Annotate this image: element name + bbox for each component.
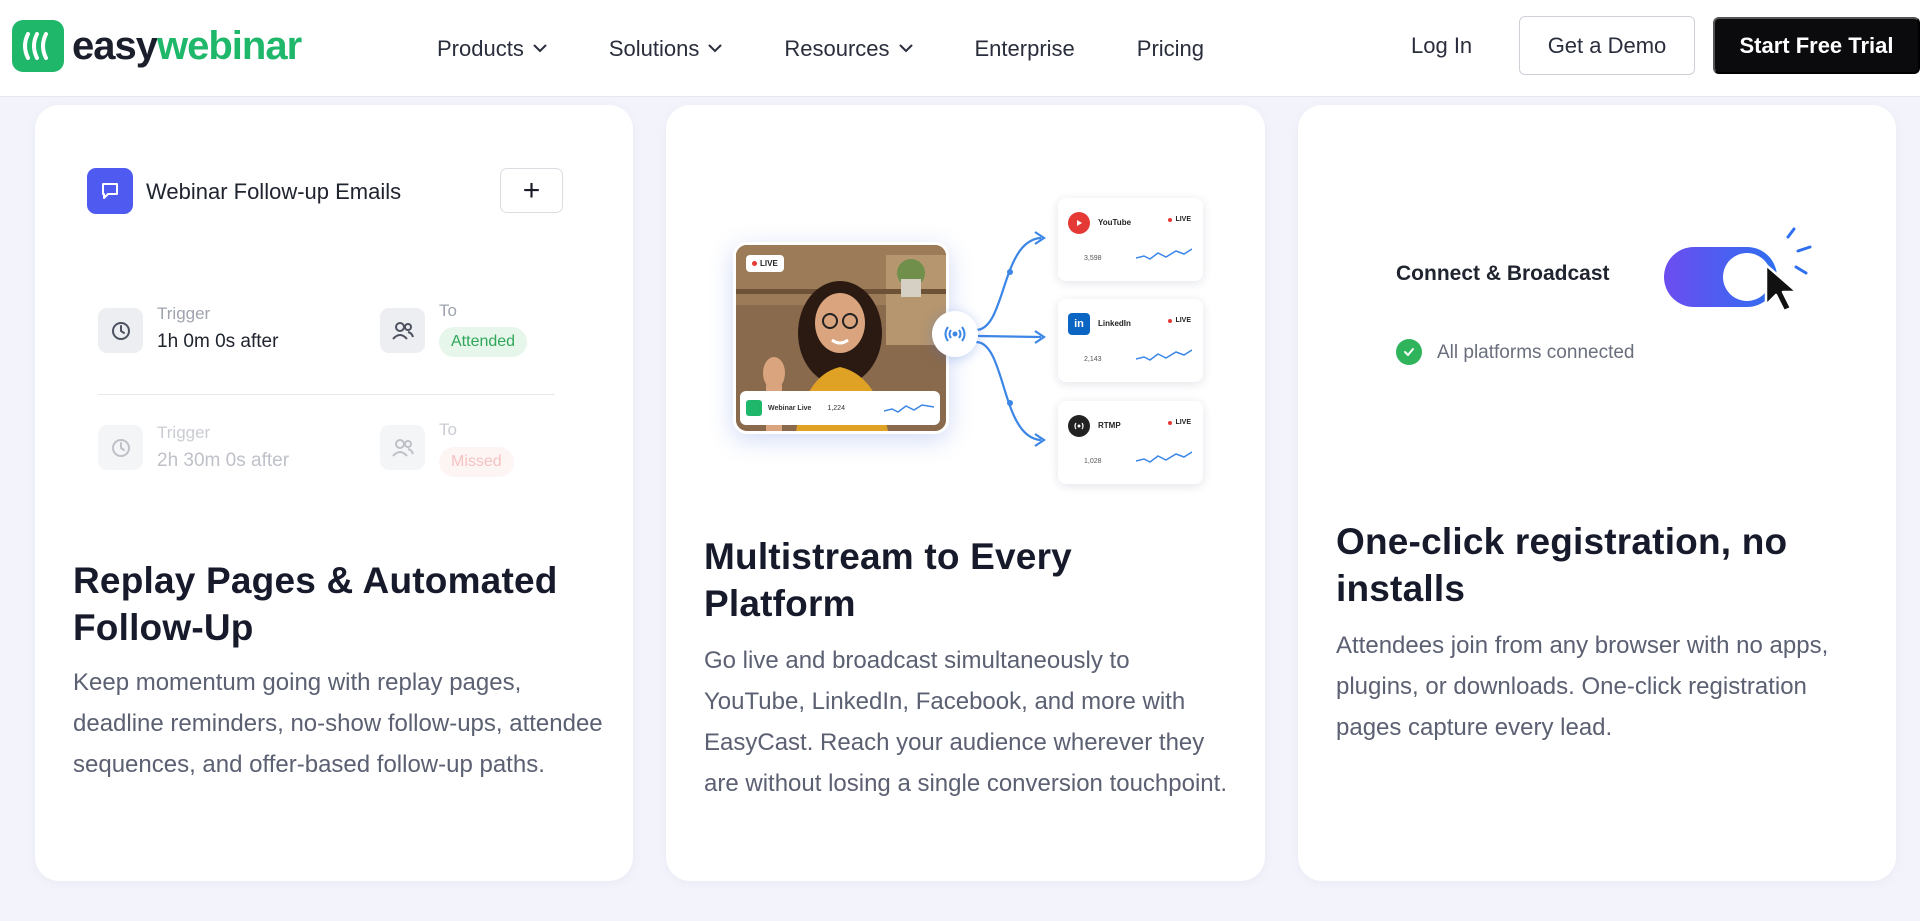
clock-icon bbox=[98, 425, 143, 470]
feature-card-registration: Connect & Broadcast All platforms connec… bbox=[1298, 105, 1896, 881]
status-badge-missed: Missed bbox=[439, 447, 514, 477]
card-title: Multistream to Every Platform bbox=[704, 536, 1072, 624]
feature-card-multistream: LIVE Webinar Live 1,224 YouTube LIVE 3,5… bbox=[666, 105, 1265, 881]
sparkline-icon bbox=[884, 404, 934, 413]
feature-card-replay: Webinar Follow-up Emails + Trigger 1h 0m… bbox=[35, 105, 633, 881]
email-sequence-title: Webinar Follow-up Emails bbox=[146, 179, 402, 204]
viewer-count: 3,598 bbox=[1084, 255, 1102, 262]
start-free-trial-button[interactable]: Start Free Trial bbox=[1713, 17, 1920, 74]
chevron-down-icon bbox=[533, 44, 547, 53]
linkedin-icon: in bbox=[1068, 313, 1090, 335]
card-description: Attendees join from any browser with no … bbox=[1336, 632, 1829, 741]
easywebinar-mini-icon bbox=[746, 400, 762, 416]
menu-products-label: Products bbox=[437, 35, 524, 61]
add-email-button[interactable]: + bbox=[500, 168, 563, 213]
platform-name: YouTube bbox=[1098, 218, 1132, 227]
users-icon bbox=[380, 308, 425, 353]
menu-pricing-label: Pricing bbox=[1136, 35, 1205, 61]
chat-icon bbox=[87, 168, 133, 214]
menu-enterprise-label: Enterprise bbox=[974, 35, 1075, 61]
trigger-value: 2h 30m 0s after bbox=[157, 450, 290, 471]
card-description: Keep momentum going with replay pages, d… bbox=[73, 669, 603, 778]
webinar-live-bar: Webinar Live 1,224 bbox=[740, 391, 940, 425]
top-nav: easywebinar Products Solutions Resources… bbox=[0, 0, 1920, 97]
menu-solutions[interactable]: Solutions bbox=[609, 36, 723, 62]
connection-status: All platforms connected bbox=[1437, 342, 1635, 363]
logo[interactable]: easywebinar bbox=[12, 20, 302, 72]
trigger-label: Trigger bbox=[157, 423, 211, 442]
cursor-click-icon bbox=[1764, 227, 1812, 313]
trigger-label: Trigger bbox=[157, 304, 211, 323]
users-icon bbox=[380, 425, 425, 470]
logo-wordmark: easywebinar bbox=[72, 24, 302, 68]
logo-mark-icon bbox=[12, 20, 64, 72]
menu-pricing[interactable]: Pricing bbox=[1137, 36, 1204, 62]
sparkline-icon bbox=[1136, 248, 1192, 260]
chevron-down-icon bbox=[708, 44, 722, 53]
sparkline-icon bbox=[1136, 349, 1192, 361]
platform-name: LinkedIn bbox=[1098, 319, 1131, 328]
clock-icon bbox=[98, 308, 143, 353]
viewer-count: 2,143 bbox=[1084, 356, 1102, 363]
divider bbox=[98, 394, 555, 395]
viewer-count: 1,224 bbox=[827, 404, 845, 412]
card-description: Go live and broadcast simultaneously to … bbox=[704, 647, 1227, 797]
platform-card-rtmp: RTMP LIVE 1,028 bbox=[1058, 401, 1203, 484]
webinar-live-label: Webinar Live bbox=[768, 404, 812, 412]
youtube-icon bbox=[1068, 212, 1090, 234]
menu-enterprise[interactable]: Enterprise bbox=[975, 36, 1075, 62]
live-badge: LIVE bbox=[1168, 317, 1191, 324]
live-badge: LIVE bbox=[1168, 216, 1191, 223]
to-label: To bbox=[439, 420, 457, 439]
live-video-preview: LIVE Webinar Live 1,224 bbox=[733, 242, 949, 434]
live-badge: LIVE bbox=[1168, 419, 1191, 426]
menu-products[interactable]: Products bbox=[437, 36, 547, 62]
main-menu: Products Solutions Resources Enterprise … bbox=[437, 0, 1266, 97]
to-label: To bbox=[439, 301, 457, 320]
broadcast-icon bbox=[932, 311, 978, 357]
platform-card-linkedin: in LinkedIn LIVE 2,143 bbox=[1058, 299, 1203, 382]
status-badge-attended: Attended bbox=[439, 327, 528, 357]
viewer-count: 1,028 bbox=[1084, 458, 1102, 465]
menu-resources-label: Resources bbox=[784, 35, 890, 61]
menu-resources[interactable]: Resources bbox=[784, 36, 912, 62]
login-link[interactable]: Log In bbox=[1411, 33, 1472, 59]
card-title: Replay Pages & Automated Follow-Up bbox=[73, 560, 558, 648]
rtmp-icon bbox=[1068, 415, 1090, 437]
sparkline-icon bbox=[1136, 451, 1192, 463]
trigger-value: 1h 0m 0s after bbox=[157, 331, 279, 352]
check-circle-icon bbox=[1396, 339, 1422, 365]
live-badge: LIVE bbox=[746, 255, 784, 272]
card-title: One-click registration, no installs bbox=[1336, 521, 1788, 609]
connect-broadcast-label: Connect & Broadcast bbox=[1396, 262, 1610, 285]
platform-card-youtube: YouTube LIVE 3,598 bbox=[1058, 198, 1203, 281]
chevron-down-icon bbox=[899, 44, 913, 53]
get-demo-button[interactable]: Get a Demo bbox=[1519, 16, 1695, 75]
menu-solutions-label: Solutions bbox=[608, 35, 700, 61]
platform-name: RTMP bbox=[1098, 421, 1121, 430]
